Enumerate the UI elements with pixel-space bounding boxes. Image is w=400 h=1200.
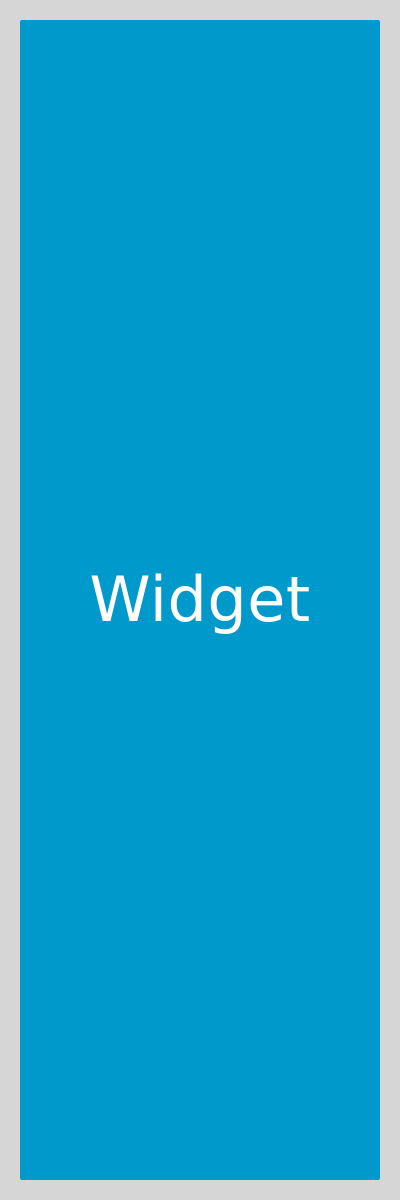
widget-panel[interactable]: Widget bbox=[20, 20, 380, 1180]
widget-label: Widget bbox=[89, 563, 311, 636]
page-canvas: { "widget": { "label": "Widget", "colors… bbox=[0, 0, 400, 1200]
